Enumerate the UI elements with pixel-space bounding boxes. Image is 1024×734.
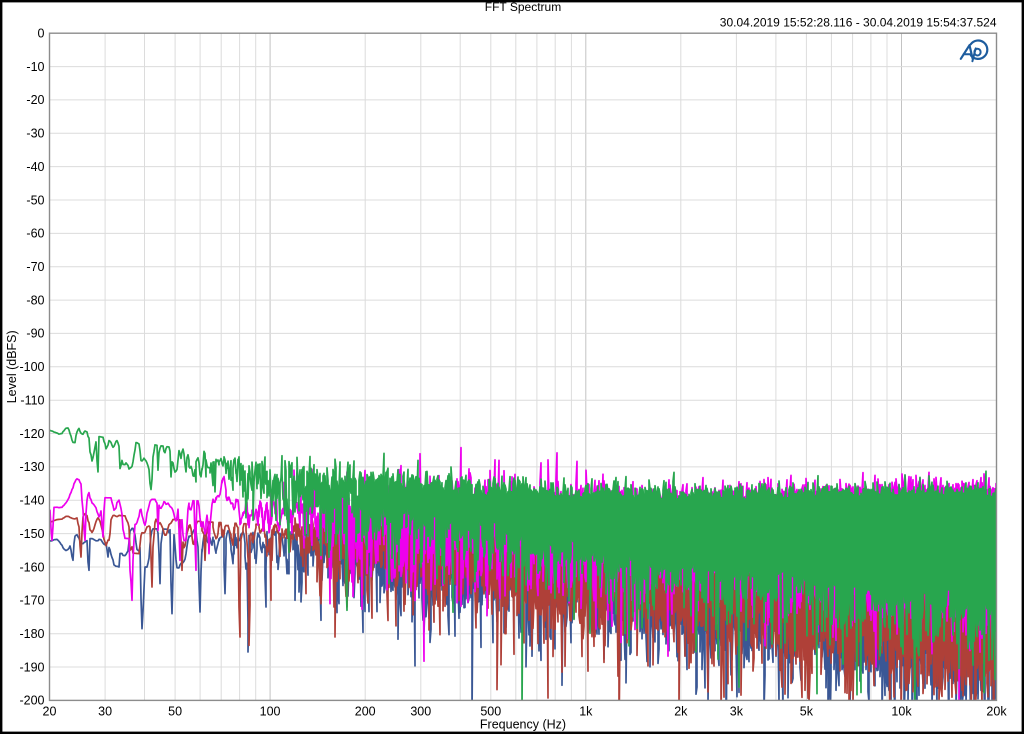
svg-text:10k: 10k bbox=[891, 705, 912, 719]
svg-text:-150: -150 bbox=[19, 527, 44, 541]
svg-text:2k: 2k bbox=[674, 705, 688, 719]
svg-text:-40: -40 bbox=[26, 160, 44, 174]
svg-text:0: 0 bbox=[38, 27, 45, 41]
svg-text:500: 500 bbox=[480, 705, 501, 719]
svg-text:1k: 1k bbox=[579, 705, 593, 719]
svg-text:-120: -120 bbox=[19, 427, 44, 441]
svg-text:Level (dBFS): Level (dBFS) bbox=[5, 330, 19, 403]
svg-text:3k: 3k bbox=[730, 705, 744, 719]
svg-text:-30: -30 bbox=[26, 127, 44, 141]
svg-text:-170: -170 bbox=[19, 594, 44, 608]
svg-text:200: 200 bbox=[355, 705, 376, 719]
svg-text:-10: -10 bbox=[26, 60, 44, 74]
svg-text:5k: 5k bbox=[800, 705, 814, 719]
svg-text:-190: -190 bbox=[19, 660, 44, 674]
svg-text:30.04.2019 15:52:28.116 - 30.0: 30.04.2019 15:52:28.116 - 30.04.2019 15:… bbox=[720, 16, 997, 30]
svg-text:-60: -60 bbox=[26, 227, 44, 241]
svg-text:-100: -100 bbox=[19, 360, 44, 374]
svg-text:300: 300 bbox=[410, 705, 431, 719]
svg-text:20k: 20k bbox=[986, 705, 1007, 719]
svg-text:30: 30 bbox=[98, 705, 112, 719]
svg-text:-90: -90 bbox=[26, 327, 44, 341]
svg-text:-160: -160 bbox=[19, 560, 44, 574]
svg-text:-140: -140 bbox=[19, 494, 44, 508]
svg-text:Frequency (Hz): Frequency (Hz) bbox=[480, 718, 566, 732]
svg-text:-180: -180 bbox=[19, 627, 44, 641]
svg-text:-200: -200 bbox=[19, 694, 44, 708]
svg-text:-50: -50 bbox=[26, 193, 44, 207]
svg-text:20: 20 bbox=[43, 705, 57, 719]
svg-text:-20: -20 bbox=[26, 93, 44, 107]
svg-text:-130: -130 bbox=[19, 460, 44, 474]
svg-text:-110: -110 bbox=[20, 394, 44, 408]
svg-text:100: 100 bbox=[260, 705, 281, 719]
svg-text:50: 50 bbox=[168, 705, 182, 719]
svg-text:-70: -70 bbox=[26, 260, 44, 274]
svg-text:-80: -80 bbox=[26, 293, 44, 307]
